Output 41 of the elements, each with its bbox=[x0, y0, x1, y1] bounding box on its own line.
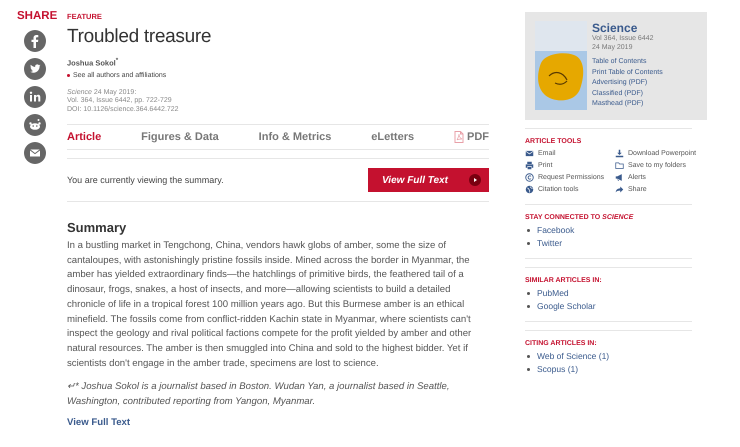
reddit-icon[interactable] bbox=[24, 114, 46, 136]
globe-icon bbox=[525, 185, 534, 194]
article-title: Troubled treasure bbox=[67, 26, 212, 48]
share-icon bbox=[615, 185, 624, 194]
bullet-icon bbox=[527, 368, 530, 370]
share-heading: SHARE bbox=[17, 10, 58, 22]
sidebar-link[interactable]: Google Scholar bbox=[537, 301, 596, 311]
bullet-icon bbox=[527, 304, 530, 308]
print-icon bbox=[525, 161, 534, 170]
folder-icon bbox=[615, 161, 624, 170]
mail-icon bbox=[525, 149, 534, 158]
pdf-icon bbox=[454, 131, 464, 143]
author-note: ↵* Joshua Sokol is a journalist based in Boston. Wudan Yan, a journalist based in Seattle, Washington, contributed reporting from Yangon, Myanmar. bbox=[67, 380, 451, 409]
view-full-text-button[interactable]: View Full Text bbox=[368, 168, 489, 192]
tab[interactable]: Figures & Data bbox=[141, 131, 219, 143]
summary-heading: Summary bbox=[67, 220, 126, 235]
twitter-icon[interactable] bbox=[24, 58, 46, 80]
tab[interactable]: Info & Metrics bbox=[258, 131, 332, 143]
play-icon bbox=[469, 174, 481, 186]
tab[interactable]: eLetters bbox=[371, 131, 414, 143]
summary-paragraph: In a bustling market in Tengchong, China, vendors hawk globs of amber, some the size of cantaloupes, with astonishingly pristine fossils inside. Mined across the border in Myanmar, the amber has yielded extraordinary finds—the hatchlings of primitive birds, the feathered tail of a dinosaur, frogs, snakes, a host of insects, and more—allowing scientists to build a detailed chronicle of life in a tropical forest 100 million years ago. But this Burmese amber is an ethical minefield. The fossils come from conflict-ridden Kachin state in Myanmar, where scientists can't inspect the geology and rival political factions compete for the profit yielded by amber and other natural resources. The amber is then smuggled into China and sold to the highest bidder. Yet if scientists don't engage in the amber trade, specimens are lost to science. bbox=[67, 239, 472, 371]
bullet-icon bbox=[527, 242, 530, 244]
sidebar-link[interactable]: Twitter bbox=[537, 238, 562, 248]
megaphone-icon bbox=[615, 173, 624, 182]
view-full-text-link[interactable]: View Full Text bbox=[67, 417, 130, 428]
linkedin-icon[interactable] bbox=[24, 86, 46, 108]
sidebar-link[interactable]: Facebook bbox=[537, 225, 574, 235]
download-icon bbox=[615, 149, 624, 158]
sidebar-link[interactable]: Scopus (1) bbox=[537, 364, 578, 374]
tab[interactable]: Article bbox=[67, 131, 102, 143]
journal-title[interactable]: Science bbox=[592, 21, 663, 35]
sidebar-link[interactable]: Web of Science (1) bbox=[537, 351, 610, 361]
facebook-icon[interactable] bbox=[24, 30, 46, 52]
bullet-icon bbox=[527, 354, 530, 358]
bullet-icon bbox=[527, 228, 530, 232]
email-icon[interactable] bbox=[24, 142, 46, 164]
bullet-icon bbox=[527, 292, 530, 294]
tab[interactable]: PDF bbox=[454, 131, 489, 143]
copyright-icon bbox=[525, 173, 534, 182]
summary-notice: You are currently viewing the summary. bbox=[67, 175, 224, 185]
sidebar-link[interactable]: PubMed bbox=[537, 288, 569, 298]
